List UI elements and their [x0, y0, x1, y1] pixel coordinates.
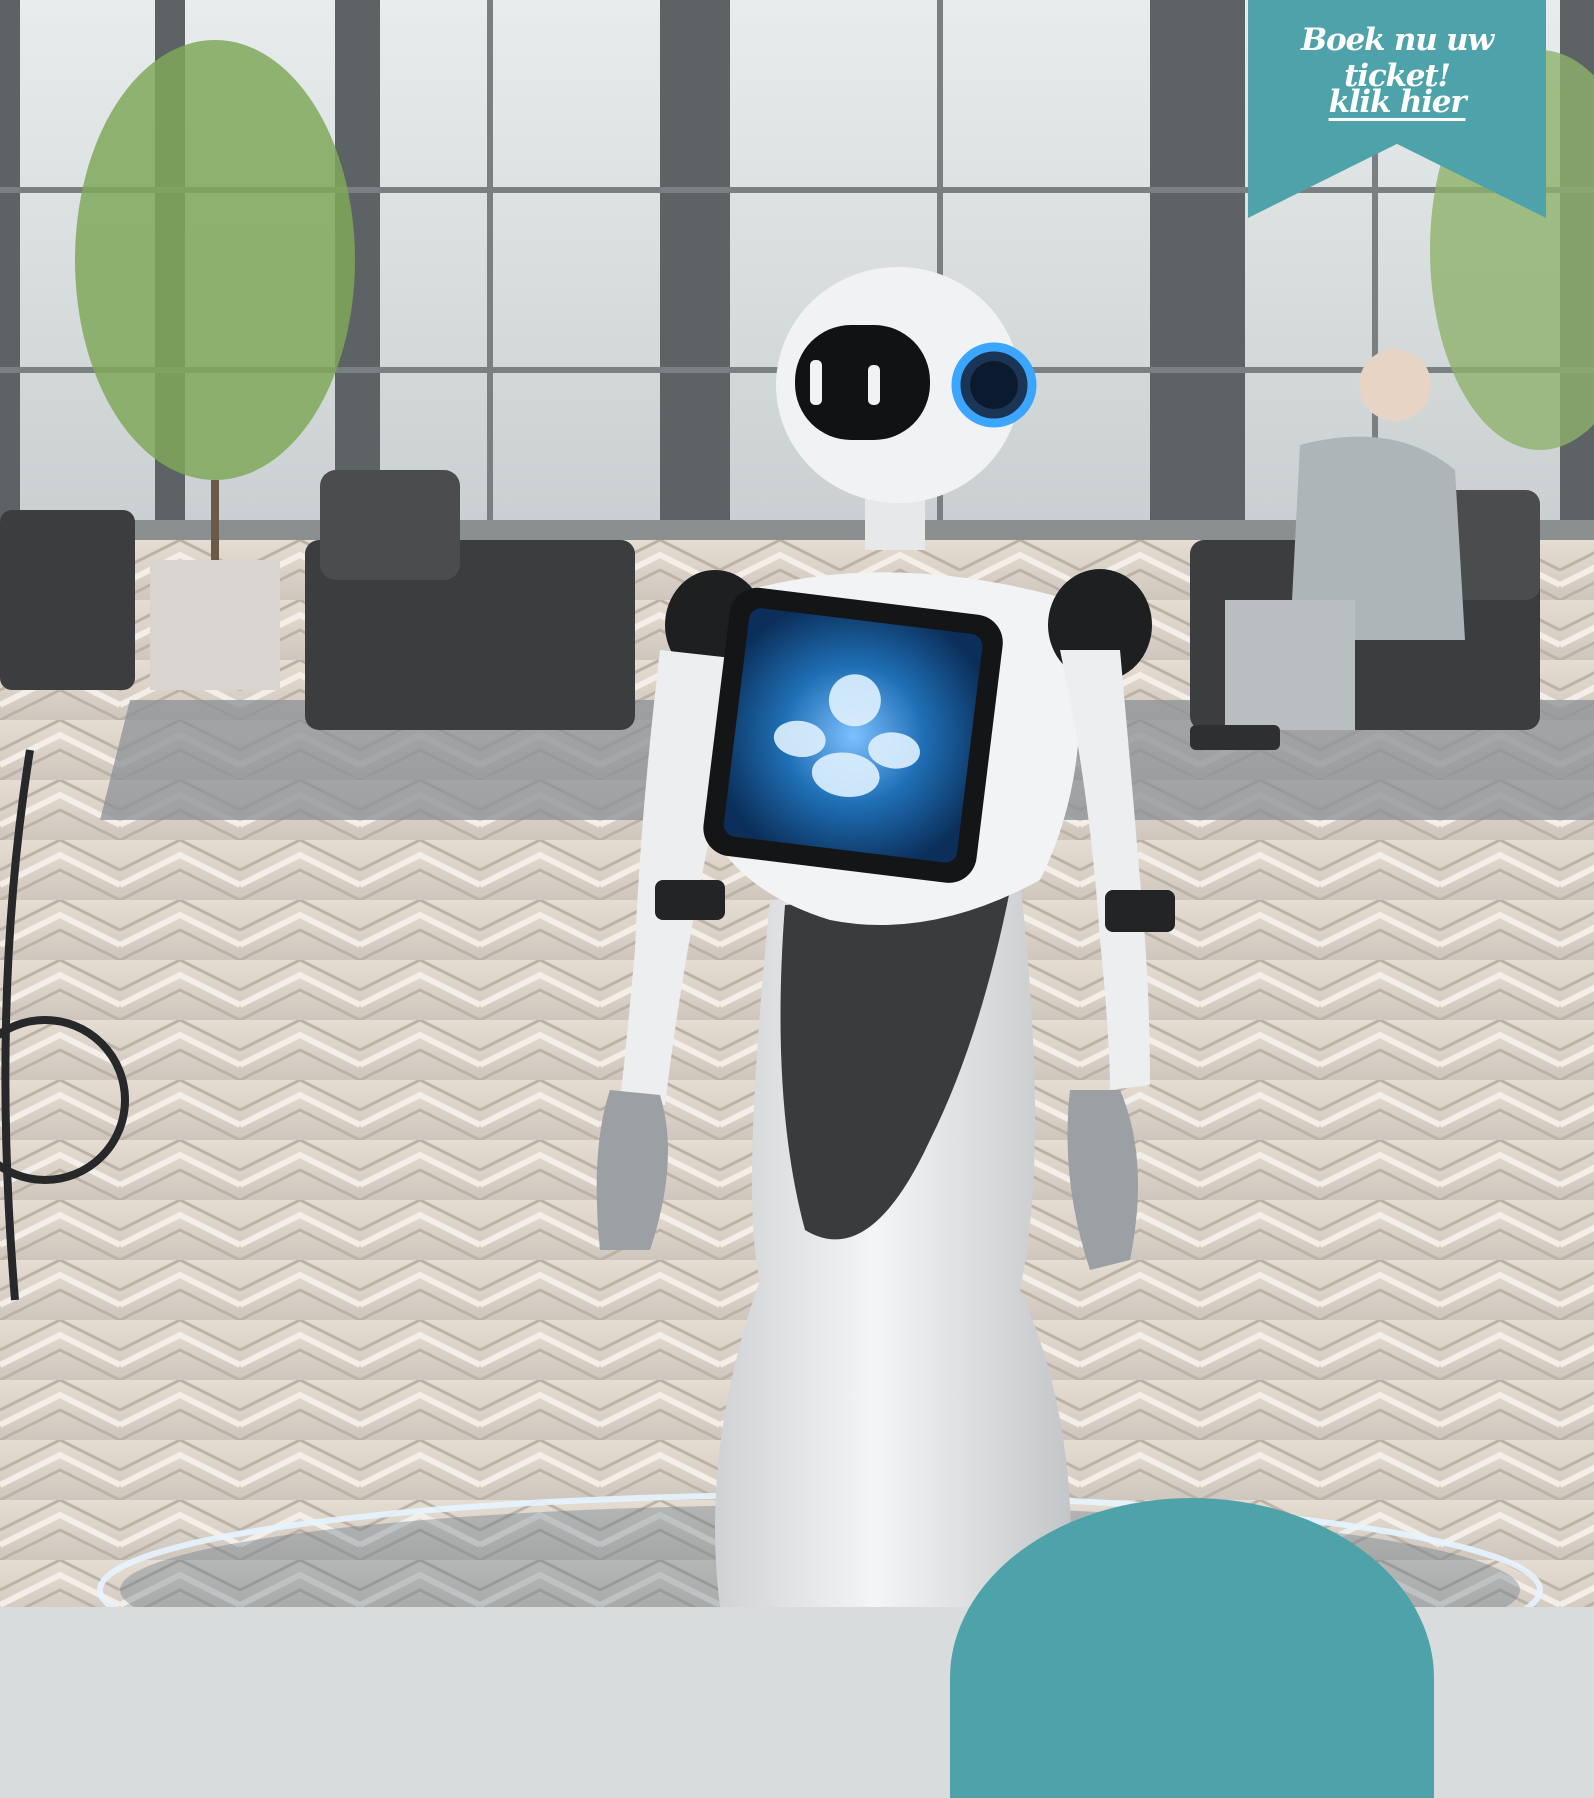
background-photo — [0, 0, 1594, 1607]
ticket-link[interactable]: klik hier — [1248, 84, 1546, 120]
